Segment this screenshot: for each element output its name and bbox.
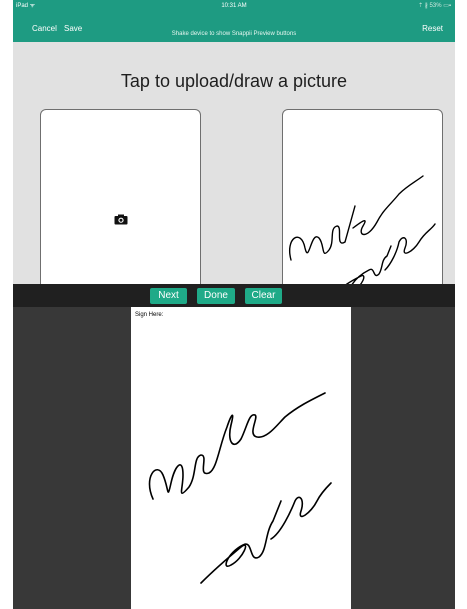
navigation-bar: iPad ᯤ 10:31 AM ⇡ ∦ 53% ▭▪ Cancel Save S… <box>13 0 455 42</box>
signature-preview-panel[interactable] <box>282 109 443 307</box>
signature-preview-drawing <box>289 175 436 299</box>
photo-upload-panel[interactable] <box>40 109 201 307</box>
reset-button[interactable]: Reset <box>422 24 443 34</box>
camera-icon <box>114 214 128 225</box>
app-screen: iPad ᯤ 10:31 AM ⇡ ∦ 53% ▭▪ Cancel Save S… <box>13 0 455 609</box>
signature-canvas[interactable]: Sign Here: <box>131 307 351 609</box>
status-time: 10:31 AM <box>221 3 247 9</box>
page-title: Tap to upload/draw a picture <box>120 71 348 91</box>
shake-hint-text: Shake device to show Snappii Preview but… <box>171 31 297 37</box>
signature-toolbar: Next Done Clear <box>13 284 455 307</box>
status-battery: ⇡ ∦ 53% ▭▪ <box>418 3 451 9</box>
signature-drawing <box>148 392 332 584</box>
done-button[interactable]: Done <box>197 288 235 304</box>
next-button[interactable]: Next <box>150 288 187 304</box>
clear-button[interactable]: Clear <box>245 288 282 304</box>
